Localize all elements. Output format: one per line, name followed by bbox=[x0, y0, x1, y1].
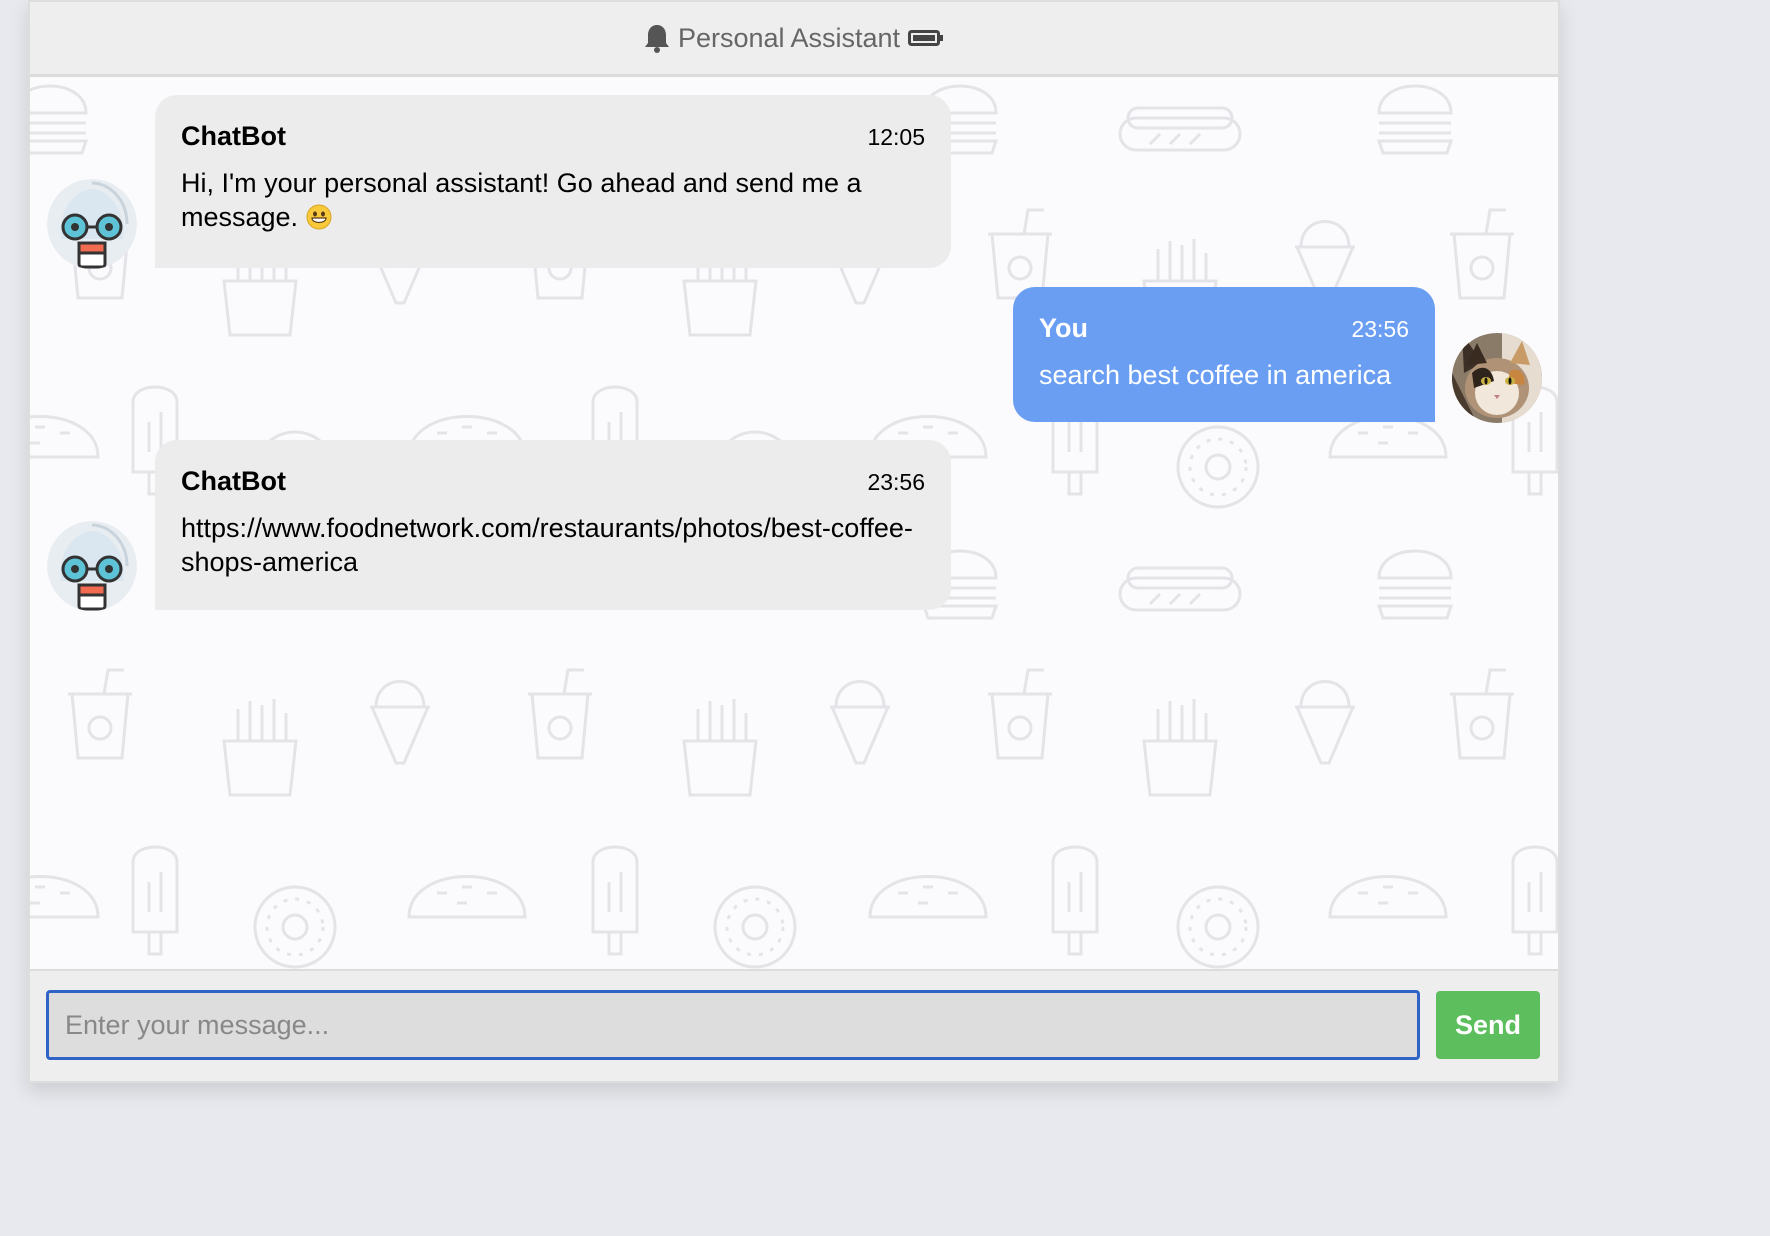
battery-icon bbox=[908, 28, 944, 48]
bell-icon bbox=[644, 23, 670, 53]
message-bubble: ChatBot 12:05 Hi, I'm your personal assi… bbox=[155, 95, 951, 268]
message-bubble: You 23:56 search best coffee in america bbox=[1013, 287, 1435, 422]
message-time: 23:56 bbox=[1351, 316, 1409, 342]
sender-name: ChatBot bbox=[181, 466, 286, 496]
message-bot-2: ChatBot 23:56 https://www.foodnetwork.co… bbox=[30, 437, 1558, 617]
sender-name: ChatBot bbox=[181, 121, 286, 151]
sender-name: You bbox=[1039, 313, 1088, 343]
message-text: search best coffee in america bbox=[1039, 360, 1392, 390]
robot-avatar bbox=[47, 521, 137, 611]
message-time: 12:05 bbox=[867, 124, 925, 150]
robot-avatar bbox=[47, 179, 137, 269]
cat-avatar bbox=[1452, 333, 1542, 423]
chat-window: Personal Assistant ChatBot 12:05 Hi, I'm… bbox=[28, 0, 1560, 1083]
header-title: Personal Assistant bbox=[677, 22, 901, 53]
message-time: 23:56 bbox=[867, 469, 925, 495]
message-input[interactable] bbox=[46, 990, 1420, 1060]
chat-header: Personal Assistant bbox=[30, 2, 1558, 77]
message-user-1: You 23:56 search best coffee in america bbox=[30, 285, 1558, 425]
message-link[interactable]: https://www.foodnetwork.com/restaurants/… bbox=[181, 511, 925, 579]
grinning-face-emoji bbox=[306, 204, 332, 230]
message-list[interactable]: ChatBot 12:05 Hi, I'm your personal assi… bbox=[30, 77, 1558, 975]
message-bot-1: ChatBot 12:05 Hi, I'm your personal assi… bbox=[30, 77, 1558, 277]
message-bubble: ChatBot 23:56 https://www.foodnetwork.co… bbox=[155, 440, 951, 610]
message-composer: Send bbox=[30, 969, 1558, 1081]
send-button[interactable]: Send bbox=[1436, 991, 1540, 1059]
message-text: Hi, I'm your personal assistant! Go ahea… bbox=[181, 168, 862, 232]
